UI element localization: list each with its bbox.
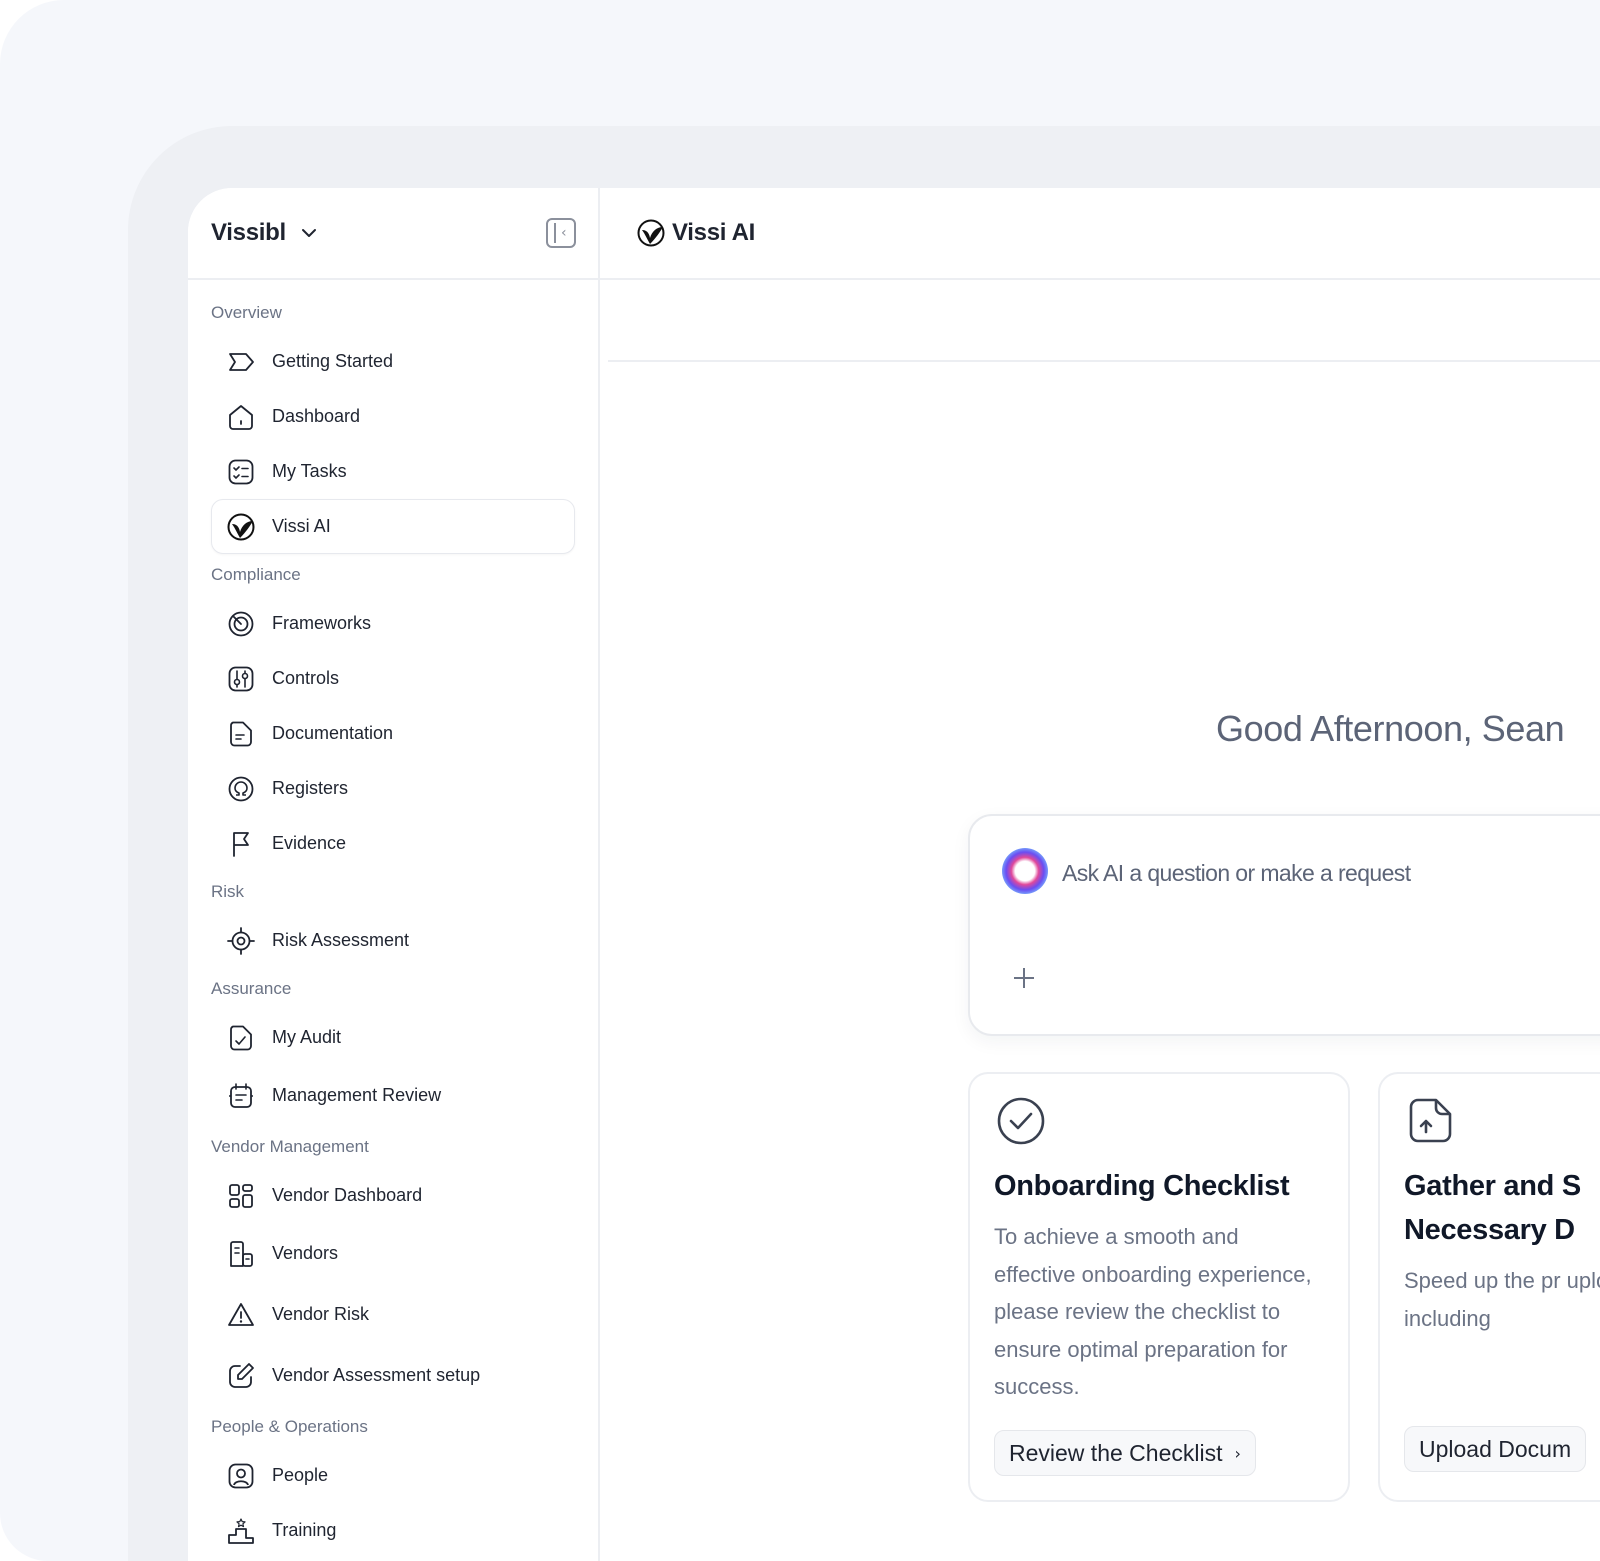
sidebar-item-training[interactable]: Training — [211, 1503, 575, 1558]
omega-circle-icon — [228, 776, 254, 801]
sidebar-item-controls[interactable]: Controls — [211, 651, 575, 706]
section-label-risk: Risk — [211, 882, 245, 901]
main-content: Vissi AI Good Afternoon, Sean Onboarding… — [600, 188, 1600, 1561]
sliders-icon — [228, 666, 254, 691]
sidebar-item-vendor-assessment-setup[interactable]: Vendor Assessment setup — [211, 1345, 575, 1406]
vissi-ai-logo-icon — [637, 219, 665, 247]
collapse-sidebar-button[interactable]: ‹ — [546, 218, 576, 248]
card-title: Gather and S Necessary D — [1404, 1170, 1581, 1246]
toolbar-divider — [608, 360, 1600, 362]
sidebar-item-label: My Audit — [272, 1027, 342, 1047]
sidebar-item-vendor-dashboard[interactable]: Vendor Dashboard — [211, 1168, 575, 1223]
sidebar-item-management-review[interactable]: Management Review — [211, 1065, 575, 1126]
chevron-right-icon: › — [1234, 1443, 1241, 1463]
app-window: Vissibl ‹ Overview Getting Started Dashb… — [188, 188, 1600, 1561]
sidebar-item-people[interactable]: People — [211, 1448, 575, 1503]
document-icon — [230, 721, 252, 746]
sidebar-item-label: Management Review — [272, 1085, 442, 1105]
sidebar-item-my-tasks[interactable]: My Tasks — [211, 444, 575, 499]
card-title: Onboarding Checklist — [994, 1170, 1290, 1202]
sidebar-item-vendor-risk[interactable]: Vendor Risk — [211, 1284, 575, 1345]
onboarding-checklist-card: Onboarding Checklist To achieve a smooth… — [968, 1072, 1350, 1502]
upload-documents-button[interactable]: Upload Docum — [1404, 1426, 1587, 1472]
page-title: Vissi AI — [672, 219, 755, 246]
review-checklist-button[interactable]: Review the Checklist › — [994, 1430, 1256, 1476]
user-square-icon — [228, 1463, 254, 1488]
crosshair-icon — [227, 926, 255, 955]
section-label-overview: Overview — [211, 303, 282, 322]
button-label: Review the Checklist — [1009, 1439, 1223, 1466]
sidebar-item-label: Vissi AI — [272, 516, 331, 536]
sidebar-item-label: Frameworks — [272, 613, 372, 633]
sidebar-item-label: My Tasks — [272, 461, 347, 481]
chevron-down-icon — [301, 229, 316, 237]
tag-icon — [229, 352, 254, 371]
card-description: To achieve a smooth and effective onboar… — [994, 1224, 1312, 1399]
sidebar-item-label: Documentation — [272, 723, 394, 743]
card-description: Speed up the pr uploading your I includi… — [1404, 1268, 1600, 1331]
sidebar-header: Vissibl ‹ — [188, 188, 598, 280]
edit-icon — [229, 1362, 254, 1388]
sidebar-item-label: Dashboard — [272, 406, 361, 426]
sidebar-item-my-audit[interactable]: My Audit — [211, 1010, 575, 1065]
podium-icon — [228, 1517, 254, 1544]
sidebar-item-label: People — [272, 1465, 329, 1485]
flag-icon — [233, 831, 249, 857]
greeting-text: Good Afternoon, Sean — [1216, 708, 1565, 749]
workspace-switcher[interactable]: Vissibl — [211, 219, 318, 247]
sidebar-item-documentation[interactable]: Documentation — [211, 706, 575, 761]
sidebar-item-label: Registers — [272, 778, 349, 798]
sidebar-item-label: Controls — [272, 668, 340, 688]
ask-ai-input[interactable] — [1062, 854, 1600, 892]
sidebar-item-label: Vendor Dashboard — [272, 1185, 423, 1205]
gather-documents-card: Gather and S Necessary D Speed up the pr… — [1378, 1072, 1600, 1502]
sidebar-item-dashboard[interactable]: Dashboard — [211, 389, 575, 444]
target-spiral-icon — [228, 611, 254, 636]
sidebar-item-getting-started[interactable]: Getting Started — [211, 334, 575, 389]
sidebar-item-label: Vendors — [272, 1243, 339, 1263]
warning-triangle-icon — [228, 1302, 254, 1326]
vissi-ai-logo-icon — [227, 513, 255, 540]
sidebar-item-evidence[interactable]: Evidence — [211, 816, 575, 871]
calendar-notes-icon — [229, 1082, 253, 1108]
section-label-compliance: Compliance — [211, 565, 301, 584]
sidebar-item-label: Risk Assessment — [272, 930, 410, 950]
sidebar-item-frameworks[interactable]: Frameworks — [211, 596, 575, 651]
ai-orb-icon — [1002, 848, 1048, 894]
chevron-left-icon: ‹ — [561, 225, 567, 241]
sidebar-nav: Overview Getting Started Dashboard My Ta… — [188, 280, 598, 1558]
sidebar-item-label: Training — [272, 1520, 337, 1540]
sidebar-item-label: Getting Started — [272, 351, 394, 371]
ask-ai-card — [968, 814, 1600, 1036]
section-label-people-operations: People & Operations — [211, 1417, 368, 1436]
brand-name: Vissibl — [211, 219, 286, 246]
section-label-vendor-management: Vendor Management — [211, 1137, 369, 1156]
sidebar-item-label: Vendor Risk — [272, 1304, 370, 1324]
sidebar-item-vendors[interactable]: Vendors — [211, 1223, 575, 1284]
sidebar-item-risk-assessment[interactable]: Risk Assessment — [211, 913, 575, 968]
document-check-icon — [230, 1025, 252, 1050]
main-header: Vissi AI — [600, 188, 1600, 280]
task-list-icon — [228, 459, 254, 484]
building-icon — [230, 1240, 253, 1267]
check-circle-icon — [997, 1097, 1045, 1145]
sidebar-item-registers[interactable]: Registers — [211, 761, 575, 816]
sidebar-item-label: Vendor Assessment setup — [272, 1365, 481, 1385]
sidebar-item-vissi-ai[interactable]: Vissi AI — [211, 499, 575, 554]
button-label: Upload Docum — [1419, 1435, 1572, 1462]
home-icon — [229, 404, 253, 430]
grid-dashboard-icon — [229, 1183, 253, 1208]
add-attachment-button[interactable] — [1012, 966, 1036, 990]
file-upload-icon — [1409, 1098, 1452, 1143]
sidebar-item-label: Evidence — [272, 833, 347, 853]
sidebar: Vissibl ‹ Overview Getting Started Dashb… — [188, 188, 600, 1561]
section-label-assurance: Assurance — [211, 979, 292, 998]
